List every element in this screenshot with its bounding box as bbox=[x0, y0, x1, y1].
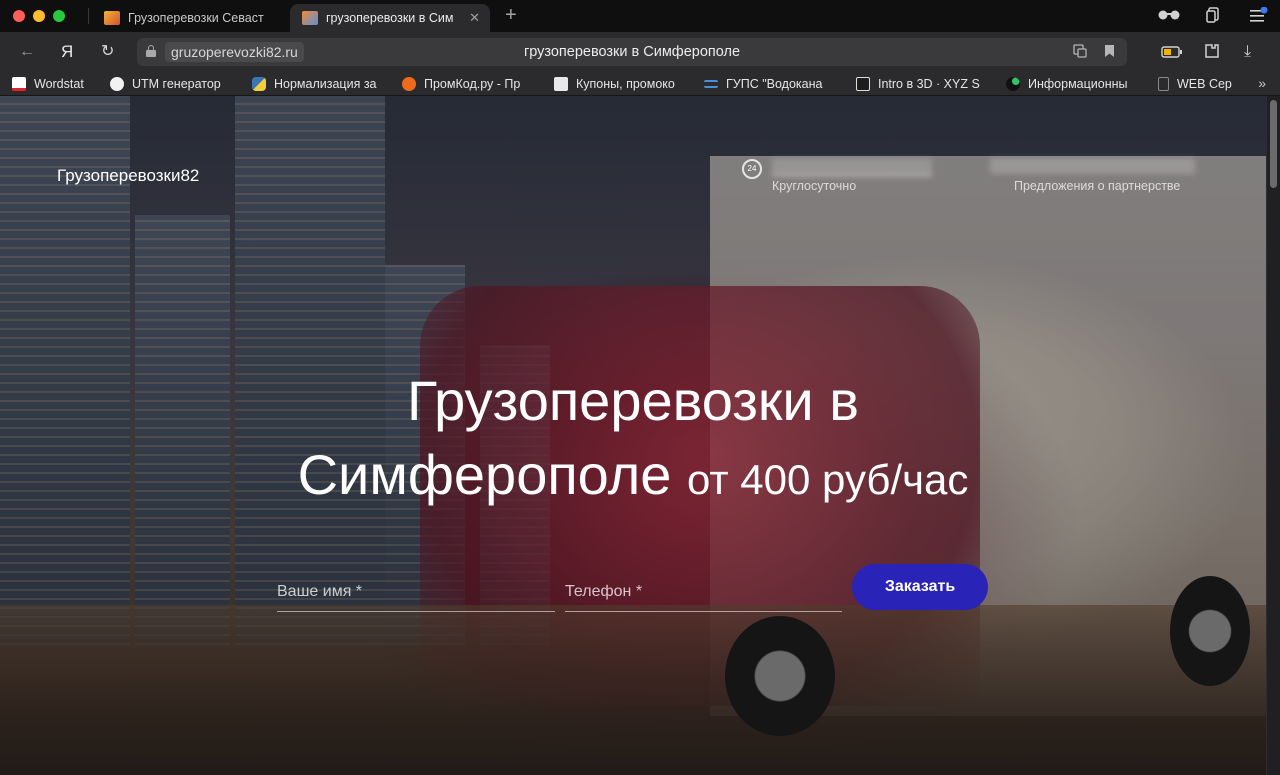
bookmark-wordstat[interactable]: Wordstat bbox=[12, 76, 100, 92]
download-icon[interactable]: ⤓ bbox=[1244, 42, 1251, 62]
wordstat-icon bbox=[12, 77, 26, 91]
reload-icon[interactable]: ↻ bbox=[101, 42, 114, 62]
browser-toolbar: ← Я ↻ gruzoperevozki82.ru грузоперевозки… bbox=[0, 32, 1280, 72]
phone-number-blurred[interactable] bbox=[772, 158, 932, 176]
hero-heading: Грузоперевозки в Симферополе от 400 руб/… bbox=[0, 364, 1266, 517]
close-window-button[interactable] bbox=[13, 10, 25, 22]
document-icon bbox=[554, 77, 568, 91]
collections-icon[interactable] bbox=[1206, 7, 1220, 26]
hero-city: Симферополе bbox=[297, 443, 672, 506]
page-scrollbar[interactable] bbox=[1266, 96, 1280, 775]
translate-icon[interactable] bbox=[1073, 44, 1087, 61]
tab-title: грузоперевозки в Сим bbox=[326, 11, 454, 25]
back-arrow-icon[interactable]: ← bbox=[19, 42, 35, 62]
bookmark-kupony[interactable]: Купоны, промоко bbox=[554, 76, 688, 92]
tab-gruzoperevozki-sevastopol[interactable]: Грузоперевозки Севаст bbox=[92, 4, 286, 32]
tab-gruzoperevozki-simferopol[interactable]: грузоперевозки в Сим ✕ bbox=[290, 4, 490, 32]
bookmark-label: Информационны bbox=[1028, 77, 1128, 91]
order-button[interactable]: Заказать bbox=[852, 564, 988, 610]
truck-favicon-icon bbox=[104, 11, 120, 25]
bookmark-normalizacia[interactable]: Нормализация за bbox=[252, 76, 384, 92]
page-title: грузоперевозки в Симферополе bbox=[523, 44, 741, 60]
email-blurred[interactable] bbox=[990, 158, 1195, 174]
hero-overlay: Грузоперевозки82 24 Круглосуточно Предло… bbox=[0, 96, 1266, 775]
glasses-icon[interactable] bbox=[1157, 7, 1181, 24]
python-icon bbox=[252, 77, 266, 91]
bookmark-utm[interactable]: UTM генератор bbox=[110, 76, 240, 92]
name-field[interactable] bbox=[277, 574, 555, 612]
divider bbox=[88, 8, 89, 24]
tab-title: Грузоперевозки Севаст bbox=[128, 11, 264, 25]
menu-icon[interactable] bbox=[1250, 6, 1268, 26]
utm-icon bbox=[110, 77, 124, 91]
bookmark-label: Intro в 3D · XYZ S bbox=[878, 77, 980, 91]
bookmark-label: Купоны, промоко bbox=[576, 77, 675, 91]
hours-label: Круглосуточно bbox=[772, 179, 857, 193]
partners-label: Предложения о партнерстве bbox=[1014, 179, 1181, 193]
bookmark-label: ГУПС "Водокана bbox=[726, 77, 823, 91]
bookmarks-bar: Wordstat UTM генератор Нормализация за П… bbox=[0, 72, 1280, 96]
bookmark-web[interactable]: WEB Cер bbox=[1158, 76, 1240, 92]
zoom-window-button[interactable] bbox=[53, 10, 65, 22]
phone-input[interactable] bbox=[565, 574, 842, 610]
bookmark-info[interactable]: Информационны bbox=[1006, 76, 1141, 92]
water-icon bbox=[704, 80, 718, 88]
minimize-window-button[interactable] bbox=[33, 10, 45, 22]
scrollbar-thumb[interactable] bbox=[1270, 100, 1277, 188]
battery-icon[interactable] bbox=[1161, 44, 1183, 64]
clock-24-icon: 24 bbox=[742, 159, 762, 179]
info-icon bbox=[1006, 77, 1020, 91]
bookmark-label: Wordstat bbox=[34, 77, 84, 91]
page-icon bbox=[1158, 77, 1169, 91]
site-logo[interactable]: Грузоперевозки82 bbox=[57, 166, 199, 186]
tab-bar: Грузоперевозки Севаст грузоперевозки в С… bbox=[0, 0, 1280, 32]
hero-section: Грузоперевозки82 24 Круглосуточно Предло… bbox=[0, 96, 1266, 775]
hero-line-2: Симферополе от 400 руб/час bbox=[0, 438, 1266, 517]
extensions-icon[interactable] bbox=[1203, 42, 1221, 66]
name-input[interactable] bbox=[277, 574, 555, 610]
new-tab-icon[interactable]: + bbox=[505, 5, 517, 25]
hero-price: от 400 руб/час bbox=[686, 456, 969, 503]
truck-favicon-icon bbox=[302, 11, 318, 25]
bookmark-label: ПромКод.ру - Пр bbox=[424, 77, 521, 91]
bookmark-label: Нормализация за bbox=[274, 77, 377, 91]
bookmark-icon[interactable] bbox=[1104, 44, 1115, 61]
yandex-button[interactable]: Я bbox=[61, 42, 73, 62]
phone-field[interactable] bbox=[565, 574, 842, 612]
promkod-icon bbox=[402, 77, 416, 91]
close-tab-icon[interactable]: ✕ bbox=[469, 10, 480, 26]
address-bar[interactable]: gruzoperevozki82.ru грузоперевозки в Сим… bbox=[137, 38, 1127, 66]
bookmark-label: UTM генератор bbox=[132, 77, 221, 91]
hero-line-1: Грузоперевозки в bbox=[406, 369, 860, 432]
bookmark-vodokanal[interactable]: ГУПС "Водокана bbox=[704, 76, 838, 92]
xyz-icon bbox=[856, 77, 870, 91]
more-bookmarks-icon[interactable]: » bbox=[1258, 75, 1266, 91]
bookmark-promkod[interactable]: ПромКод.ру - Пр bbox=[402, 76, 537, 92]
bookmark-xyz[interactable]: Intro в 3D · XYZ S bbox=[856, 76, 990, 92]
bookmark-label: WEB Cер bbox=[1177, 77, 1232, 91]
